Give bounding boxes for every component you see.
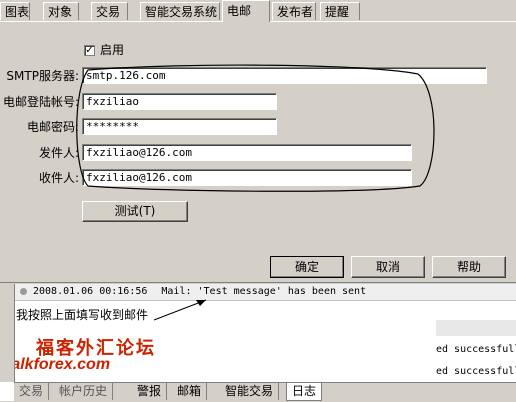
journal-row[interactable]: 2008.01.06 00:16:56 Mail: 'Test message' … xyxy=(14,284,516,301)
enable-checkbox[interactable]: ✓ xyxy=(84,45,95,56)
terminal-tab-bar: 交易 帐户历史 警报 邮箱 智能交易 日志 xyxy=(14,382,516,402)
watermark-latin: talkforex.com xyxy=(6,356,111,373)
tab-account-history[interactable]: 帐户历史 xyxy=(54,383,114,400)
tab-trade[interactable]: 交易 xyxy=(91,2,128,20)
tab-expert-advisors[interactable]: 智能交易系统 xyxy=(140,2,220,20)
tab-mailbox[interactable]: 邮箱 xyxy=(172,383,208,400)
journal-partial-line-1: ed successfull xyxy=(436,344,516,355)
help-button[interactable]: 帮助 xyxy=(432,256,506,278)
terminal-gutter xyxy=(0,284,15,382)
annotation-text: 我按照上面填写收到邮件 xyxy=(16,308,149,322)
tab-charts[interactable]: 图表 xyxy=(0,2,30,20)
tab-terminal-alerts[interactable]: 警报 xyxy=(132,383,168,400)
journal-time: 2008.01.06 00:16:56 xyxy=(33,286,148,297)
tab-publisher[interactable]: 发布者 xyxy=(272,2,316,20)
annotation-arrow xyxy=(153,299,207,321)
tab-experts[interactable]: 智能交易 xyxy=(220,383,280,400)
terminal-journal: 2008.01.06 00:16:56 Mail: 'Test message' … xyxy=(0,284,516,402)
tab-objects[interactable]: 对象 xyxy=(43,2,79,20)
tab-journal[interactable]: 日志 xyxy=(286,383,323,401)
options-tab-strip: 图表 对象 交易 智能交易系统 电邮 发布者 提醒 xyxy=(0,0,516,22)
tab-alerts[interactable]: 提醒 xyxy=(320,2,360,20)
journal-partial-line-2: ed successfull xyxy=(436,366,516,377)
journal-header-fragment xyxy=(436,320,516,336)
panel-bottom-edge xyxy=(0,282,516,283)
enable-label: 启用 xyxy=(100,43,125,57)
tab-email[interactable]: 电邮 xyxy=(222,0,270,22)
tab-terminal-trade[interactable]: 交易 xyxy=(14,383,50,400)
journal-status-icon xyxy=(20,287,27,295)
test-button[interactable]: 测试(T) xyxy=(82,201,188,222)
cancel-button[interactable]: 取消 xyxy=(351,256,425,278)
email-settings-panel: ✓ 启用 SMTP服务器: smtp.126.com 电邮登陆帐号: fxzil… xyxy=(0,22,516,284)
annotation-circle xyxy=(76,64,435,192)
ok-button[interactable]: 确定 xyxy=(270,256,344,278)
